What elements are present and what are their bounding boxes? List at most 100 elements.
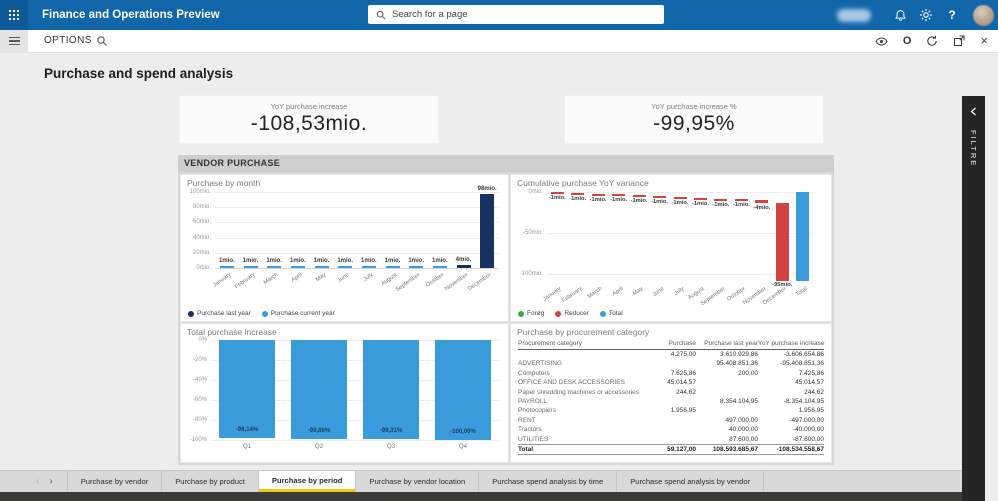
bar-august[interactable] (693, 198, 707, 200)
bar-march[interactable] (267, 266, 282, 268)
popout-icon (954, 35, 965, 46)
close-page-button[interactable]: × (980, 30, 988, 52)
options-menu[interactable]: OPTIONS (44, 30, 92, 52)
tab-purchase-spend-analysis-by-vendor[interactable]: Purchase spend analysis by vendor (617, 471, 765, 492)
bar-q3[interactable] (363, 340, 419, 439)
bar-february[interactable] (243, 266, 258, 268)
column-header[interactable]: Purchase (646, 340, 696, 350)
table-row[interactable]: Photocopiers 1.956,95 1.956,95 (518, 406, 824, 415)
bar-september[interactable] (714, 199, 728, 201)
legend-item[interactable]: Purchase current year (261, 310, 335, 317)
bar-q4[interactable] (435, 340, 491, 440)
bar-october[interactable] (432, 266, 447, 268)
bar-total[interactable] (796, 192, 810, 282)
bar-september[interactable] (409, 266, 424, 268)
bar-august[interactable] (385, 266, 400, 268)
settings-button[interactable] (913, 0, 939, 30)
bar-q2[interactable] (291, 340, 347, 439)
table-row[interactable]: OFFICE AND DESK ACCESSORIES 45.014,57 45.0… (518, 378, 824, 387)
table-cell (696, 388, 758, 397)
bar-may[interactable] (314, 266, 329, 268)
page-search-input[interactable]: Search for a page (368, 5, 664, 24)
chart-purchase-by-month[interactable]: Purchase by month 100mio. 80mio. 60mio. 40m… (181, 175, 508, 321)
nav-menu-toggle[interactable] (0, 30, 28, 52)
bar-q1[interactable] (219, 340, 275, 438)
actionbar-right-icons: O × (875, 30, 988, 52)
tab-purchase-by-product[interactable]: Purchase by product (162, 471, 259, 492)
tab-purchase-by-vendor-location[interactable]: Purchase by vendor location (356, 471, 480, 492)
table-row[interactable]: Computers 7.625,86 200,00 7.425,86 (518, 369, 824, 378)
table-cell: 244,62 (676, 388, 696, 396)
tabs-container: Purchase by vendor Purchase by product Pur… (66, 471, 765, 492)
table-row[interactable]: 4.275,00 3.610.929,86 -3.606.654,86 (518, 350, 824, 360)
bar-value-label: 98mio. (477, 186, 497, 192)
notifications-button[interactable] (887, 0, 913, 30)
bar-december[interactable] (775, 203, 789, 281)
legend-item[interactable]: Total (599, 310, 623, 317)
y-tick-label: -100% (189, 437, 207, 443)
column-header[interactable]: Purchase last year (696, 340, 758, 350)
help-button[interactable]: ? (939, 0, 965, 30)
tab-purchase-by-vendor[interactable]: Purchase by vendor (66, 471, 163, 492)
bar-november[interactable] (456, 265, 471, 268)
table-row[interactable]: RENT 497.000,00 -497.000,00 (518, 416, 824, 425)
tab-scroll-left-icon[interactable]: ‹ (36, 476, 39, 487)
table-row[interactable]: ADVERTISING 95.408.851,36 -95.408.851,36 (518, 359, 824, 368)
table-row[interactable]: PAYROLL 8.354.104,95 -8.354.104,95 (518, 397, 824, 406)
tab-purchase-by-period[interactable]: Purchase by period (258, 471, 357, 492)
bar-june[interactable] (338, 266, 353, 268)
open-in-office-button[interactable]: O (903, 35, 912, 47)
gridline (215, 253, 499, 254)
bar-february[interactable] (571, 193, 585, 195)
kpi-card-yoy-purchase-increase-pct[interactable]: YoY purchase increase % -99,95% (565, 96, 823, 143)
table-row[interactable]: UTILITIES 87.600,00 -87.600,00 (518, 435, 824, 445)
plot-area: 0% -20% -40% -60% -80% -100% -98,14% Q1 -98,86% Q… (190, 337, 499, 450)
gridline (215, 192, 499, 193)
tab-scroll-right-icon[interactable]: › (49, 476, 52, 487)
tab-purchase-spend-analysis-by-time[interactable]: Purchase spend analysis by time (479, 471, 618, 492)
bar-november[interactable] (755, 200, 769, 204)
expand-filters-button[interactable] (962, 102, 985, 120)
action-bar: OPTIONS O × (0, 30, 998, 53)
app-launcher-button[interactable] (0, 0, 28, 30)
chart-title: Cumulative purchase YoY variance (517, 178, 649, 188)
bar-january[interactable] (219, 266, 234, 268)
table-cell: RENT (518, 416, 536, 424)
office-icon: O (902, 35, 912, 47)
bar-october[interactable] (734, 199, 748, 201)
bar-july[interactable] (673, 197, 687, 199)
bell-icon (894, 9, 906, 21)
table-purchase-by-procurement-category[interactable]: Purchase by procurement category Procure… (511, 324, 831, 462)
personalize-view-button[interactable] (875, 36, 888, 46)
table-cell: UTILITIES (518, 435, 549, 443)
legend-item[interactable]: Purchase last year (188, 310, 251, 317)
bar-july[interactable] (361, 266, 376, 268)
legend-item[interactable]: Reducer (555, 310, 589, 317)
filter-panel-collapsed[interactable]: FILTRE (962, 96, 985, 501)
search-icon (97, 36, 107, 46)
bar-june[interactable] (653, 196, 667, 198)
legend-item[interactable]: Forøg (518, 310, 544, 317)
chart-cumulative-yoy-variance[interactable]: Cumulative purchase YoY variance 0mio. -5… (511, 175, 831, 321)
action-search-button[interactable] (96, 34, 108, 52)
bar-may[interactable] (632, 195, 646, 197)
table-cell: Paper shredding machines or accessories (518, 388, 640, 396)
table-row[interactable]: Total 59.127,00 108.593.685,67 -108.534.558… (518, 444, 824, 456)
table-row[interactable]: Tractors 40.000,00 -40.000,00 (518, 425, 824, 434)
bar-march[interactable] (591, 194, 605, 196)
search-icon (376, 10, 386, 19)
bar-january[interactable] (550, 192, 564, 194)
chart-total-purchase-increase[interactable]: Total purchase increase 0% -20% -40% -60% -8… (181, 324, 508, 462)
table-cell: 1.956,95 (670, 407, 696, 415)
table-row[interactable]: Paper shredding machines or accessories 2… (518, 388, 824, 397)
refresh-button[interactable] (926, 35, 938, 47)
table-cell: 87.600,00 (729, 435, 758, 443)
bar-april[interactable] (290, 266, 305, 268)
column-header[interactable]: YoY purchase increase (758, 340, 825, 350)
column-header[interactable]: Procurement category (518, 340, 646, 350)
user-avatar[interactable] (973, 4, 994, 26)
bar-april[interactable] (612, 194, 626, 196)
bar-december[interactable] (480, 194, 495, 268)
open-in-new-window-button[interactable] (953, 35, 965, 47)
kpi-card-yoy-purchase-increase[interactable]: YoY purchase increase -108,53mio. (180, 96, 438, 143)
